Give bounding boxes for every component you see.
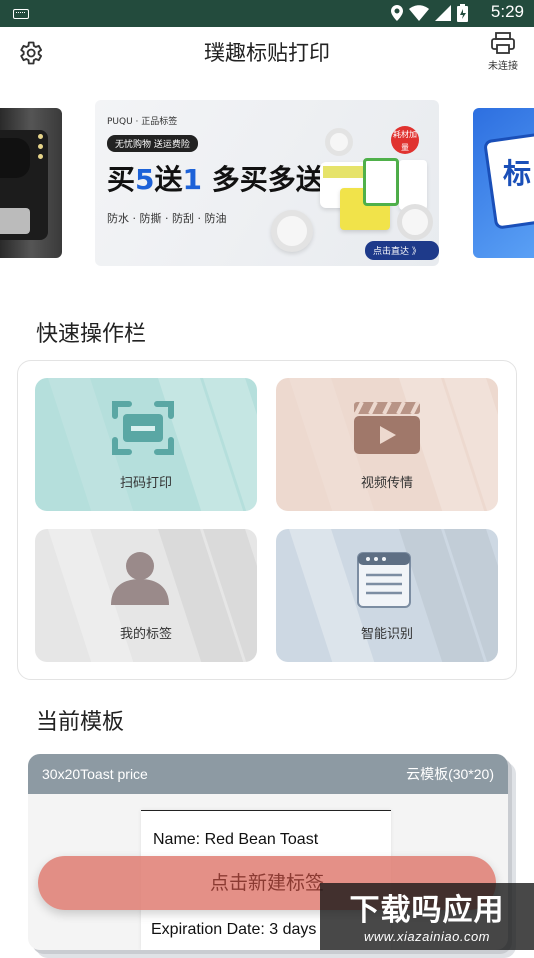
video-message-tile[interactable]: 视频传情 [276, 378, 498, 511]
smart-recognition-label: 智能识别 [360, 627, 413, 642]
status-icons [391, 4, 468, 22]
banner-brand: PUQU · 正品标签 [107, 117, 178, 127]
banner-carousel[interactable]: PUQU · 正品标签 无忧购物 送运费险 买5送1 多买多送 防水 · 防撕 … [0, 100, 534, 268]
watermark: 下载吗应用 www.xiazainiao.com [320, 883, 534, 950]
banner-tagline: 无忧购物 送运费险 [107, 135, 198, 152]
video-message-label: 视频传情 [360, 476, 413, 491]
template-type: 云模板(30*20) [406, 766, 494, 782]
page-title: 璞趣标贴打印 [204, 41, 330, 65]
banner-features: 防水 · 防撕 · 防刮 · 防油 [107, 212, 227, 225]
watermark-url: www.xiazainiao.com [363, 929, 491, 944]
battery-icon [457, 4, 468, 22]
document-window-icon [357, 552, 411, 608]
smart-recognition-tile[interactable]: 智能识别 [276, 529, 498, 662]
location-icon [391, 5, 403, 21]
template-name: 30x20Toast price [42, 766, 148, 782]
status-time: 5:29 [490, 2, 524, 21]
printer-icon [491, 32, 515, 54]
current-template-title: 当前模板 [36, 710, 125, 735]
label-line-name: Name: Red Bean Toast [153, 831, 319, 848]
my-labels-tile[interactable]: 我的标签 [35, 529, 257, 662]
banner-slide-current[interactable]: PUQU · 正品标签 无忧购物 送运费险 买5送1 多买多送 防水 · 防撕 … [95, 100, 439, 266]
banner-slide-next[interactable]: 标 [473, 108, 534, 258]
quick-actions-panel: 扫码打印 视频传情 我的标签 智能识别 [17, 360, 517, 680]
banner-cta-button[interactable]: 点击直达 》 [365, 241, 439, 260]
banner-badge: 耗材加量 [391, 126, 419, 154]
quick-actions-title: 快速操作栏 [36, 322, 147, 347]
status-bar: 5:29 [0, 0, 534, 27]
wifi-icon [409, 5, 429, 21]
signal-icon [435, 5, 451, 21]
keyboard-icon [13, 9, 29, 19]
label-line-expiration: Expiration Date: 3 days [151, 921, 317, 938]
scan-icon [112, 401, 174, 455]
printer-status-label: 未连接 [488, 61, 518, 72]
video-clapper-icon [354, 401, 420, 454]
template-header-bar: 30x20Toast price 云模板(30*20) [28, 754, 508, 794]
banner-next-text: 标 [503, 157, 532, 190]
banner-headline: 买5送1 多买多送 [107, 163, 324, 196]
printer-connect-button[interactable]: 未连接 [486, 31, 520, 72]
app-header: 璞趣标贴打印 未连接 [0, 27, 534, 79]
banner-slide-previous[interactable] [0, 108, 62, 258]
watermark-title: 下载吗应用 [349, 893, 505, 928]
scan-print-tile[interactable]: 扫码打印 [35, 378, 257, 511]
my-labels-label: 我的标签 [119, 627, 172, 642]
user-avatar-icon [111, 552, 169, 605]
scan-print-label: 扫码打印 [119, 476, 172, 491]
